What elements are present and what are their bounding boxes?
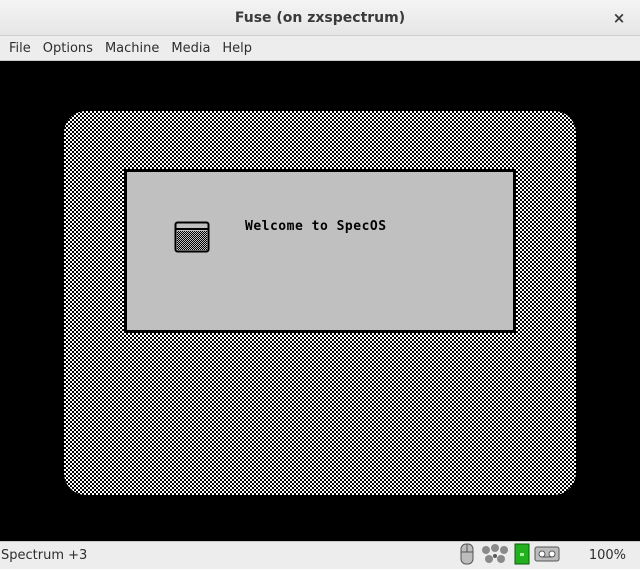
specos-desktop[interactable]: Welcome to SpecOS [64,111,576,495]
menu-machine[interactable]: Machine [99,36,165,61]
menu-file[interactable]: File [3,36,37,61]
menu-help[interactable]: Help [216,36,258,61]
machine-label: Spectrum +3 [1,548,88,563]
emulator-screen[interactable]: Welcome to SpecOS [0,61,640,541]
statusbar: Spectrum +3 100% [0,541,640,569]
specos-welcome-window[interactable]: Welcome to SpecOS [124,169,516,333]
joystick-icon [480,543,510,569]
window-title: Fuse (on zxspectrum) [234,10,406,26]
window-titlebar: Fuse (on zxspectrum) × [0,0,640,36]
window-icon[interactable] [174,221,210,253]
menubar: File Options Machine Media Help [0,36,640,61]
tape-icon [534,543,560,569]
menu-media[interactable]: Media [165,36,216,61]
disk-led-icon [514,543,530,569]
close-icon[interactable]: × [608,7,630,29]
welcome-text: Welcome to SpecOS [245,219,387,234]
zoom-level: 100% [588,548,626,563]
status-icons [458,543,564,569]
mouse-icon [458,543,476,569]
menu-options[interactable]: Options [37,36,99,61]
